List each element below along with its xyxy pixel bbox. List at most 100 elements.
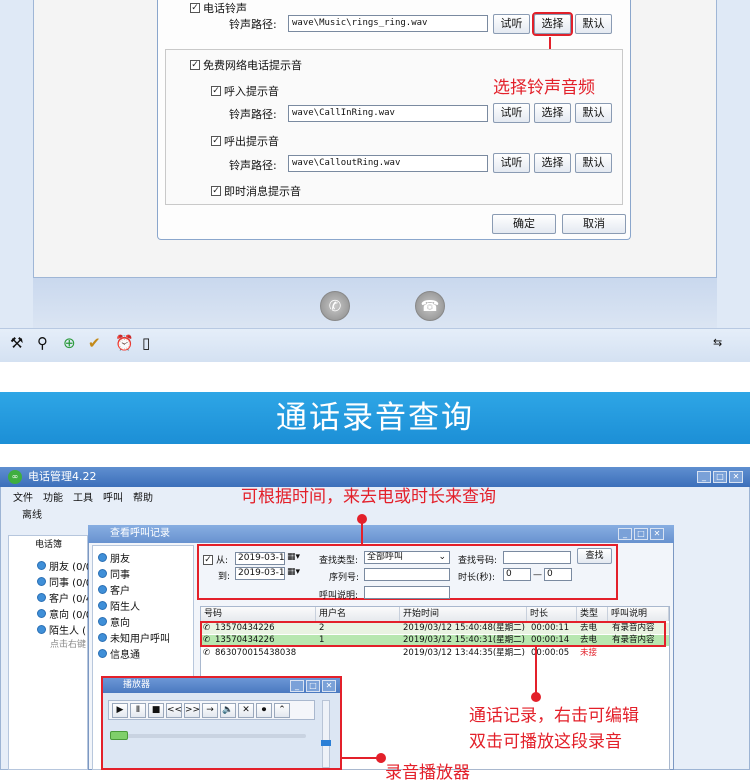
maximize-icon[interactable]: □ bbox=[713, 471, 727, 483]
progress-thumb[interactable] bbox=[110, 731, 128, 740]
column-header-duration[interactable]: 时长 bbox=[527, 607, 577, 621]
search-number-input[interactable] bbox=[503, 551, 571, 564]
close-icon[interactable]: ✕ bbox=[322, 680, 336, 692]
clipboard-icon[interactable]: ▯ bbox=[142, 335, 150, 351]
from-date-input[interactable]: 2019-03-11 bbox=[235, 552, 285, 565]
volume-icon[interactable]: 🔈 bbox=[220, 702, 236, 718]
note-label: 呼叫说明: bbox=[319, 591, 359, 601]
try-button-1[interactable]: 试听 bbox=[493, 14, 530, 34]
incoming-path-input[interactable]: wave\CallInRing.wav bbox=[288, 105, 488, 122]
group-icon bbox=[37, 593, 46, 602]
stop-button[interactable]: ■ bbox=[148, 702, 164, 718]
default-button-3[interactable]: 默认 bbox=[575, 153, 612, 173]
group-icon bbox=[98, 585, 107, 594]
outgoing-sound-checkbox[interactable]: ✓ 呼出提示音 bbox=[211, 133, 279, 149]
voip-sound-checkbox[interactable]: ✓ 免费网络电话提示音 bbox=[190, 57, 302, 73]
forward-button[interactable]: >> bbox=[184, 702, 200, 718]
volume-slider[interactable] bbox=[322, 700, 330, 768]
date-filter-checkbox[interactable]: ✓ 从: bbox=[203, 553, 228, 566]
mute-icon[interactable]: ✕ bbox=[238, 702, 254, 718]
minimize-icon[interactable]: _ bbox=[290, 680, 304, 692]
try-button-2[interactable]: 试听 bbox=[493, 103, 530, 123]
select-button-2[interactable]: 选择 bbox=[534, 103, 571, 123]
cancel-button[interactable]: 取消 bbox=[562, 214, 626, 234]
menu-function[interactable]: 功能 bbox=[43, 489, 63, 504]
alarm-clock-icon[interactable]: ⏰ bbox=[115, 335, 134, 351]
phone-ring-path-input[interactable]: wave\Music\rings_ring.wav bbox=[288, 15, 488, 32]
menu-call[interactable]: 呼叫 bbox=[103, 489, 123, 504]
duration-to-input[interactable]: 0 bbox=[544, 568, 572, 581]
contact-group-colleagues[interactable]: 同事 (0/0 bbox=[37, 574, 92, 589]
default-button-2[interactable]: 默认 bbox=[575, 103, 612, 123]
rewind-button[interactable]: << bbox=[166, 702, 182, 718]
ok-button[interactable]: 确定 bbox=[492, 214, 556, 234]
column-header-start[interactable]: 开始时间 bbox=[400, 607, 527, 621]
calendar-dropdown-icon[interactable]: ▦▾ bbox=[287, 567, 300, 577]
phone-ring-checkbox[interactable]: ✓ 电话铃声 bbox=[190, 0, 247, 16]
next-button[interactable]: → bbox=[202, 702, 218, 718]
minimize-icon[interactable]: _ bbox=[618, 528, 632, 540]
menu-tools[interactable]: 工具 bbox=[73, 489, 93, 504]
contact-group-customers[interactable]: 客户 (0/4 bbox=[37, 590, 92, 605]
column-header-number[interactable]: 号码 bbox=[201, 607, 316, 621]
serial-input[interactable] bbox=[364, 568, 450, 581]
calendar-dropdown-icon[interactable]: ▦▾ bbox=[287, 552, 300, 562]
add-icon[interactable]: ⊕ bbox=[63, 335, 76, 351]
group-icon bbox=[98, 601, 107, 610]
progress-track[interactable] bbox=[110, 734, 306, 738]
volume-thumb[interactable] bbox=[321, 740, 331, 746]
collapse-icon[interactable]: ⌃ bbox=[274, 702, 290, 718]
to-label: 到: bbox=[218, 572, 231, 582]
check-icon[interactable]: ✔ bbox=[88, 335, 101, 351]
menu-help[interactable]: 帮助 bbox=[133, 489, 153, 504]
annotation-record-line1: 通话记录，右击可编辑 bbox=[469, 706, 639, 726]
dial-call-icon[interactable]: ✆ bbox=[320, 291, 350, 321]
outgoing-path-input[interactable]: wave\CalloutRing.wav bbox=[288, 155, 488, 172]
path-label: 铃声路径: bbox=[229, 159, 277, 172]
tab-phonebook[interactable]: 电话簿 bbox=[35, 537, 62, 550]
duration-from-input[interactable]: 0 bbox=[503, 568, 531, 581]
column-header-note[interactable]: 呼叫说明 bbox=[608, 607, 669, 621]
contact-group-prospects[interactable]: 意向 (0/0 bbox=[37, 606, 92, 621]
search-icon[interactable]: ⚲ bbox=[37, 335, 48, 351]
tools-icon[interactable]: ⚒ bbox=[10, 335, 23, 351]
incoming-sound-checkbox[interactable]: ✓ 呼入提示音 bbox=[211, 83, 279, 99]
search-button[interactable]: 查找 bbox=[577, 548, 612, 564]
app-logo-icon: ∞ bbox=[8, 470, 22, 484]
record-group-unknown[interactable]: 未知用户呼叫 bbox=[98, 630, 170, 645]
record-icon[interactable]: ⏺ bbox=[256, 702, 272, 718]
select-button-1[interactable]: 选择 bbox=[532, 12, 573, 36]
contact-group-strangers[interactable]: 陌生人 ( bbox=[37, 622, 86, 637]
search-type-select[interactable]: 全部呼叫 ⌄ bbox=[364, 551, 450, 564]
record-group-friends[interactable]: 朋友 bbox=[98, 550, 130, 565]
default-button-1[interactable]: 默认 bbox=[575, 14, 612, 34]
select-button-3[interactable]: 选择 bbox=[534, 153, 571, 173]
note-input[interactable] bbox=[364, 586, 450, 599]
group-icon bbox=[98, 633, 107, 642]
checkbox-checked-icon: ✓ bbox=[211, 136, 221, 146]
im-sound-checkbox[interactable]: ✓ 即时消息提示音 bbox=[211, 183, 301, 199]
table-row[interactable]: ✆ 863070015438038 2019/03/12 13:44:35(星期… bbox=[201, 648, 669, 659]
column-header-type[interactable]: 类型 bbox=[577, 607, 608, 621]
maximize-icon[interactable]: □ bbox=[306, 680, 320, 692]
hangup-icon[interactable]: ☎ bbox=[415, 291, 445, 321]
record-group-customers[interactable]: 客户 bbox=[98, 582, 130, 597]
record-group-strangers[interactable]: 陌生人 bbox=[98, 598, 140, 613]
record-group-prospects[interactable]: 意向 bbox=[98, 614, 130, 629]
menu-file[interactable]: 文件 bbox=[13, 489, 33, 504]
contact-group-friends[interactable]: 朋友 (0/0 bbox=[37, 558, 92, 573]
player-controls: ▶ Ⅱ ■ << >> → 🔈 ✕ ⏺ ⌃ bbox=[108, 700, 315, 720]
chevron-down-icon: ⌄ bbox=[438, 552, 446, 562]
to-date-input[interactable]: 2019-03-12 bbox=[235, 567, 285, 580]
try-button-3[interactable]: 试听 bbox=[493, 153, 530, 173]
close-icon[interactable]: ✕ bbox=[650, 528, 664, 540]
pause-button[interactable]: Ⅱ bbox=[130, 702, 146, 718]
maximize-icon[interactable]: □ bbox=[634, 528, 648, 540]
play-button[interactable]: ▶ bbox=[112, 702, 128, 718]
record-group-messages[interactable]: 信息通 bbox=[98, 646, 140, 661]
close-icon[interactable]: ✕ bbox=[729, 471, 743, 483]
record-group-colleagues[interactable]: 同事 bbox=[98, 566, 130, 581]
swap-icon[interactable]: ⇆ bbox=[713, 335, 722, 351]
column-header-user[interactable]: 用户名 bbox=[316, 607, 400, 621]
minimize-icon[interactable]: _ bbox=[697, 471, 711, 483]
